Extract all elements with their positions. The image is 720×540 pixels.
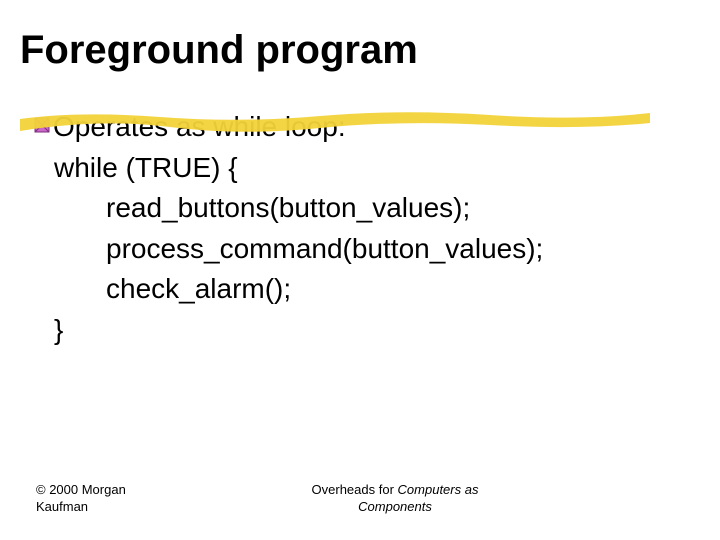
code-line: process_command(button_values);	[54, 229, 700, 270]
footer: © 2000 Morgan Kaufman Overheads for Comp…	[0, 482, 720, 516]
footer-copyright: © 2000 Morgan Kaufman	[0, 482, 180, 516]
code-line: read_buttons(button_values);	[54, 188, 700, 229]
footer-center: Overheads for Computers as Components	[180, 482, 720, 516]
footer-center-line1: Overheads for Computers as	[180, 482, 610, 499]
copyright-line2: Kaufman	[36, 499, 180, 516]
body-content: Operates as while loop: while (TRUE) { r…	[20, 107, 700, 351]
bullet-square-icon	[33, 116, 51, 134]
bullet-text: Operates as while loop:	[53, 107, 346, 148]
bullet-item: Operates as while loop:	[33, 107, 700, 148]
copyright-line1: © 2000 Morgan	[36, 482, 180, 499]
footer-em: Computers as	[398, 482, 479, 497]
slide: { "title": "Foreground program", "bullet…	[0, 0, 720, 540]
footer-center-line2: Components	[180, 499, 610, 516]
footer-prefix: Overheads for	[312, 482, 398, 497]
code-line: }	[54, 310, 700, 351]
code-line: check_alarm();	[54, 269, 700, 310]
code-line: while (TRUE) {	[54, 148, 700, 189]
title-block: Foreground program	[20, 28, 700, 73]
slide-title: Foreground program	[20, 28, 700, 73]
